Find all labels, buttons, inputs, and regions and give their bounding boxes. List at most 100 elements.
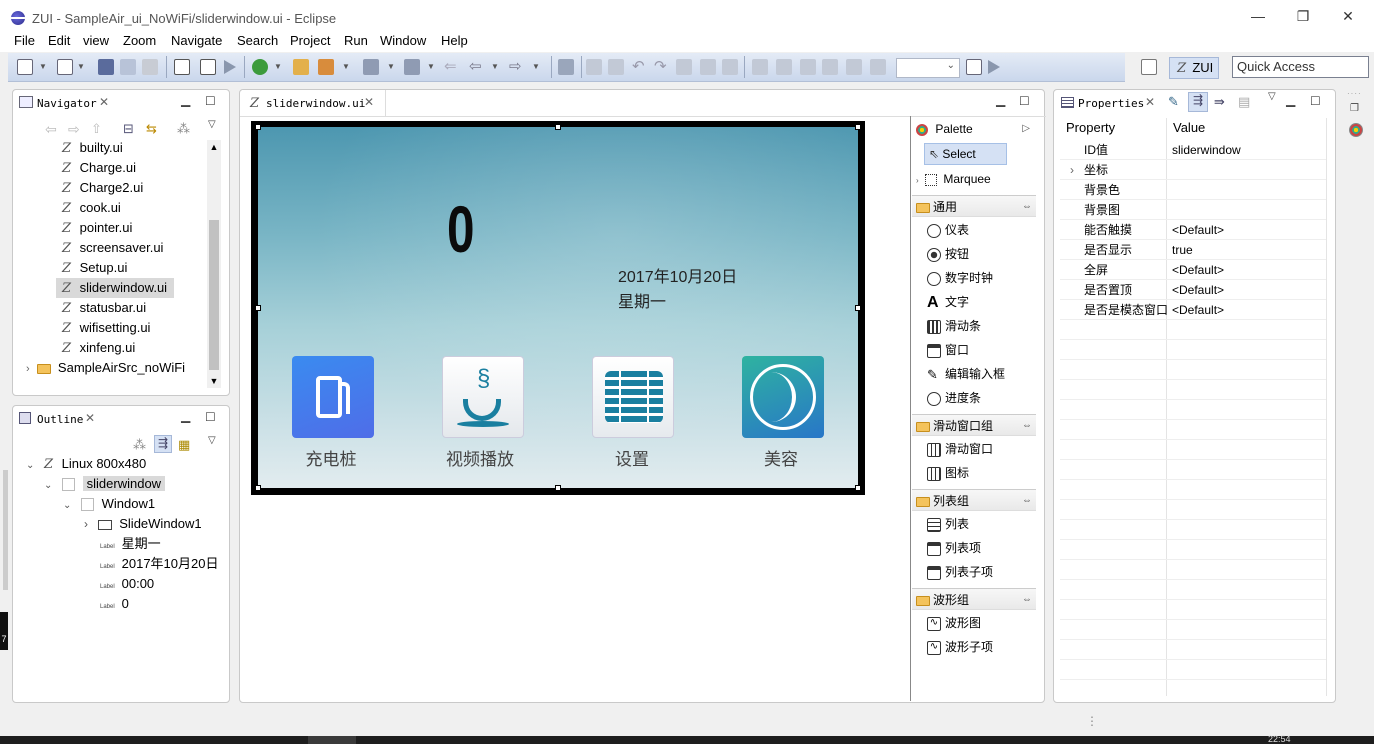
restore-icon[interactable]: ❐ <box>1350 103 1359 114</box>
value-column-header[interactable]: Value <box>1173 120 1205 135</box>
big-number-label[interactable]: 0 <box>447 189 475 269</box>
pen-icon[interactable] <box>318 59 334 75</box>
property-value[interactable]: <Default> <box>1172 280 1224 300</box>
property-value[interactable]: <Default> <box>1172 220 1224 240</box>
restore-default-icon[interactable]: ▤ <box>1238 94 1250 110</box>
outline-window1[interactable]: ⌄ Window1 <box>63 494 155 514</box>
resize-handle[interactable] <box>855 305 861 311</box>
minimize-icon[interactable]: ▁ <box>1286 93 1295 107</box>
palette-group-header[interactable]: 列表组 ⇔ <box>912 489 1036 511</box>
collapse-icon[interactable]: ⇔ <box>1022 196 1032 218</box>
palette-divider[interactable] <box>910 116 911 701</box>
palette-item[interactable]: 列表子项 <box>927 560 993 584</box>
collapse-icon[interactable]: ⇔ <box>1022 415 1032 437</box>
resize-handle[interactable] <box>855 124 861 130</box>
align-middle-icon[interactable] <box>776 59 792 75</box>
taskbar-item[interactable] <box>308 736 356 744</box>
terminal-icon[interactable] <box>200 59 216 75</box>
chevron-right-icon[interactable]: › <box>1070 160 1074 180</box>
close-icon[interactable]: ✕ <box>1145 95 1155 109</box>
palette-item[interactable]: 滑动条 <box>927 314 1005 338</box>
new-file-icon[interactable] <box>57 59 73 75</box>
align-right-icon[interactable] <box>722 59 738 75</box>
tree-item-file-selected[interactable]: Z sliderwindow.ui <box>56 278 174 298</box>
minimize-icon[interactable]: ▁ <box>181 409 190 423</box>
view-menu-icon[interactable]: ▽ <box>208 119 216 130</box>
menu-view[interactable]: view <box>83 32 109 52</box>
minimize-icon[interactable]: ▁ <box>996 93 1005 107</box>
palette-marquee-tool[interactable]: › Marquee <box>916 167 991 191</box>
resize-handle[interactable] <box>555 124 561 130</box>
palette-item[interactable]: 列表项 <box>927 536 993 560</box>
filter-icon[interactable]: ⁂ <box>133 437 146 453</box>
categories-icon[interactable]: ⇶ <box>1188 92 1208 112</box>
forward-arrow-icon[interactable]: ⇨ <box>509 57 522 75</box>
close-icon[interactable]: ✕ <box>85 411 95 425</box>
align-bottom-icon[interactable] <box>800 59 816 75</box>
palette-item[interactable]: ✎ 编辑输入框 <box>927 362 1005 386</box>
redo-icon[interactable]: ↷ <box>654 57 667 75</box>
new-icon[interactable] <box>17 59 33 75</box>
palette-item[interactable]: 图标 <box>927 461 993 485</box>
advanced-icon[interactable]: ⇛ <box>1214 94 1225 110</box>
chevron-down-icon[interactable]: ⌄ <box>26 460 34 471</box>
property-row[interactable]: ID值 sliderwindow <box>1060 140 1326 160</box>
palette-item[interactable]: A 文字 <box>927 290 1005 314</box>
palette-group-header[interactable]: 通用 ⇔ <box>912 195 1036 217</box>
chevron-down-icon[interactable]: ⌄ <box>44 480 52 491</box>
palette-item[interactable]: 列表 <box>927 512 993 536</box>
preview-icon[interactable] <box>966 59 982 75</box>
face-profile-icon[interactable] <box>742 356 824 438</box>
play-icon[interactable] <box>988 60 1000 74</box>
property-row[interactable]: 背景图 <box>1060 200 1326 220</box>
chevron-down-icon[interactable]: ▼ <box>77 62 85 71</box>
view-menu-icon[interactable]: ▽ <box>208 435 216 446</box>
maximize-icon[interactable]: ☐ <box>205 94 216 108</box>
tree-item-file[interactable]: Z wifisetting.ui <box>62 318 192 338</box>
coffee-cup-icon[interactable]: § <box>442 356 524 438</box>
chevron-down-icon[interactable]: ▼ <box>427 62 435 71</box>
chevron-down-icon[interactable]: ▼ <box>532 62 540 71</box>
property-column-header[interactable]: Property <box>1066 120 1115 135</box>
property-row[interactable]: › 坐标 <box>1060 160 1326 180</box>
collapse-icon[interactable]: ⇔ <box>1022 589 1032 611</box>
overview-icon[interactable]: ▦ <box>178 437 190 453</box>
annotation-icon[interactable] <box>363 59 379 75</box>
date-label[interactable]: 2017年10月20日 <box>618 263 737 287</box>
tree-item-file[interactable]: Z builty.ui <box>62 138 192 158</box>
property-row[interactable]: 全屏 <Default> <box>1060 260 1326 280</box>
zoom-combo[interactable]: ⌄ <box>896 58 960 78</box>
drag-handle-icon[interactable]: ⋮ <box>1086 714 1098 728</box>
close-icon[interactable]: ✕ <box>99 95 109 109</box>
tree-item-file[interactable]: Z screensaver.ui <box>62 238 192 258</box>
open-perspective-icon[interactable] <box>1141 59 1157 75</box>
resize-handle[interactable] <box>255 305 261 311</box>
forward-icon[interactable]: ⇨ <box>68 121 80 138</box>
weekday-label[interactable]: 星期一 <box>618 288 666 312</box>
align-top-icon[interactable] <box>752 59 768 75</box>
tree-item-file[interactable]: Z xinfeng.ui <box>62 338 192 358</box>
collapse-all-icon[interactable]: ⊟ <box>123 121 134 137</box>
chevron-right-icon[interactable]: › <box>26 363 30 375</box>
palette-trim-icon[interactable] <box>1349 123 1363 137</box>
settings-list-icon[interactable] <box>592 356 674 438</box>
edit-properties-icon[interactable]: ✎ <box>1168 94 1179 110</box>
palette-item[interactable]: 数字时钟 <box>927 266 1005 290</box>
maximize-icon[interactable]: ☐ <box>205 410 216 424</box>
property-value[interactable]: true <box>1172 240 1193 260</box>
palette-item[interactable]: 进度条 <box>927 386 1005 410</box>
drag-handle-icon[interactable]: ···· <box>1347 89 1362 98</box>
outline-scrollbar[interactable] <box>3 470 8 590</box>
property-row[interactable]: 能否触摸 <Default> <box>1060 220 1326 240</box>
maximize-icon[interactable]: ☐ <box>1310 94 1321 108</box>
palette-item[interactable]: ∿ 波形图 <box>927 611 993 635</box>
property-row[interactable]: 是否是模态窗口 <Default> <box>1060 300 1326 320</box>
last-edit-icon[interactable]: ⇐ <box>444 57 457 75</box>
property-value[interactable]: <Default> <box>1172 300 1224 320</box>
pin-editor-icon[interactable] <box>558 59 574 75</box>
palette-item[interactable]: 仪表 <box>927 218 1005 242</box>
resize-handle[interactable] <box>855 485 861 491</box>
scroll-down-icon[interactable]: ▼ <box>207 374 221 388</box>
menu-project[interactable]: Project <box>290 32 330 52</box>
chevron-right-icon[interactable]: › <box>84 517 88 531</box>
